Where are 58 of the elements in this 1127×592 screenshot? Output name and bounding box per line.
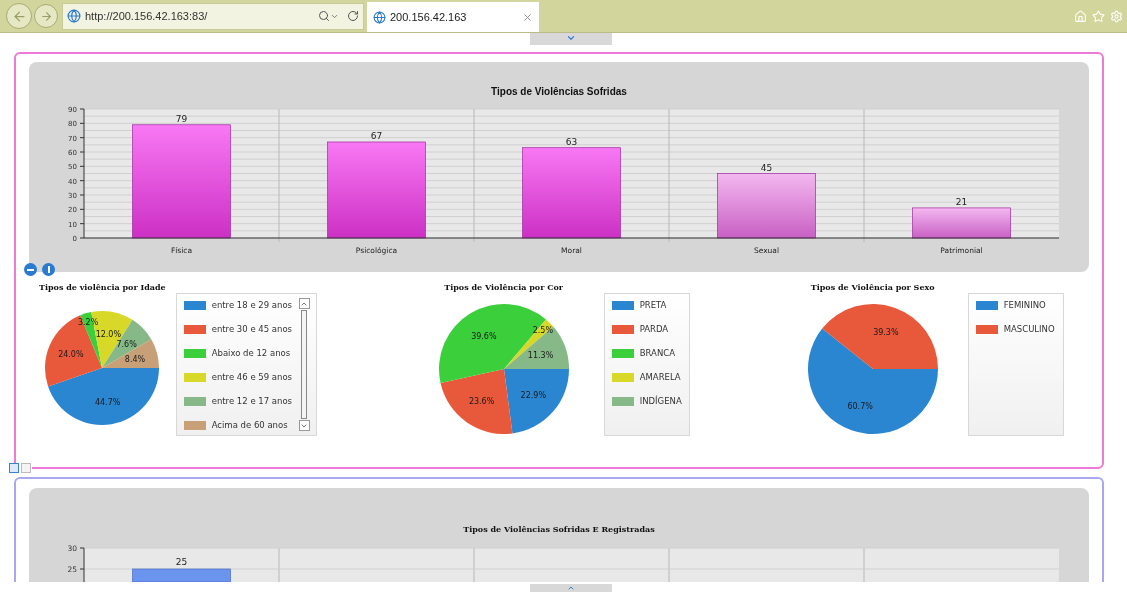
chevron-up-icon (567, 584, 575, 592)
page-icon (67, 9, 81, 23)
legend-label[interactable]: Abaixo de 12 anos (211, 347, 291, 360)
value-label: 60.7% (847, 401, 873, 411)
address-bar[interactable]: http://200.156.42.163:83/ (62, 2, 364, 30)
chart-title: Tipos de Violência por Sexo (810, 281, 935, 293)
legend-label[interactable]: Acima de 60 anos (211, 419, 288, 432)
value-label: 44.7% (95, 397, 121, 407)
value-label: 8.4% (125, 355, 146, 365)
y-axis (79, 547, 85, 582)
page-icon (373, 10, 386, 24)
value-label: 12.0% (96, 330, 122, 340)
address-text: http://200.156.42.163:83/ (85, 8, 208, 24)
star-icon[interactable] (1092, 9, 1105, 23)
value-label: 79 (175, 113, 188, 124)
chart-title: Tipos de Violência por Cor (444, 281, 564, 293)
legend-label[interactable]: MASCULINO (1003, 323, 1055, 336)
value-label: 7.6% (116, 340, 138, 350)
back-button[interactable] (6, 3, 32, 29)
value-label: 3.2% (78, 317, 99, 327)
scrollbar-thumb[interactable] (301, 310, 308, 419)
scroll-down-button[interactable] (298, 420, 310, 431)
value-label: 67 (370, 130, 383, 141)
refresh-icon[interactable] (347, 10, 359, 22)
value-label: 23.6% (468, 396, 494, 406)
value-label: 22.9% (520, 390, 546, 400)
minus-icon[interactable] (24, 263, 37, 276)
legend-label[interactable]: PARDA (639, 323, 669, 336)
square-icon[interactable] (9, 463, 19, 473)
legend-label[interactable]: entre 12 e 17 anos (211, 395, 293, 408)
value-label: 63 (565, 136, 578, 147)
chevron-down-icon (566, 33, 576, 43)
chart-title: Tipos de violência por Idade (39, 281, 166, 293)
legend-label[interactable]: entre 30 e 45 anos (211, 323, 293, 336)
search-icon[interactable] (318, 10, 330, 22)
chart-title: Tipos de Violências Sofridas E Registradas (462, 523, 656, 535)
legend-label[interactable]: FEMININO (1003, 299, 1046, 312)
value-label: 24.0% (58, 349, 84, 359)
value-label: 45 (760, 162, 773, 173)
value-label: 25 (175, 557, 188, 567)
value-label: 39.6% (470, 331, 497, 341)
legend-label[interactable]: INDÍGENA (639, 395, 682, 408)
close-icon[interactable] (522, 11, 533, 23)
value-label: 39.3% (872, 328, 899, 338)
value-label: 21 (955, 196, 968, 207)
legend-label[interactable]: entre 46 e 59 anos (211, 371, 293, 384)
legend-label[interactable]: entre 18 e 29 anos (211, 299, 293, 312)
arrow-right-icon (39, 9, 53, 23)
legend-label[interactable]: PRETA (639, 299, 667, 312)
square-icon[interactable] (21, 463, 31, 473)
tab-title: 200.156.42.163 (390, 9, 467, 25)
legend-label[interactable]: AMARELA (639, 371, 681, 384)
scroll-up-button[interactable] (298, 298, 310, 309)
browser-tab[interactable]: 200.156.42.163 (367, 2, 539, 32)
forward-button[interactable] (34, 4, 58, 28)
chart-title: Tipos de Violências Sofridas (490, 85, 628, 99)
value-label: 11.3% (527, 351, 553, 361)
legend-label[interactable]: BRANCA (639, 347, 675, 360)
